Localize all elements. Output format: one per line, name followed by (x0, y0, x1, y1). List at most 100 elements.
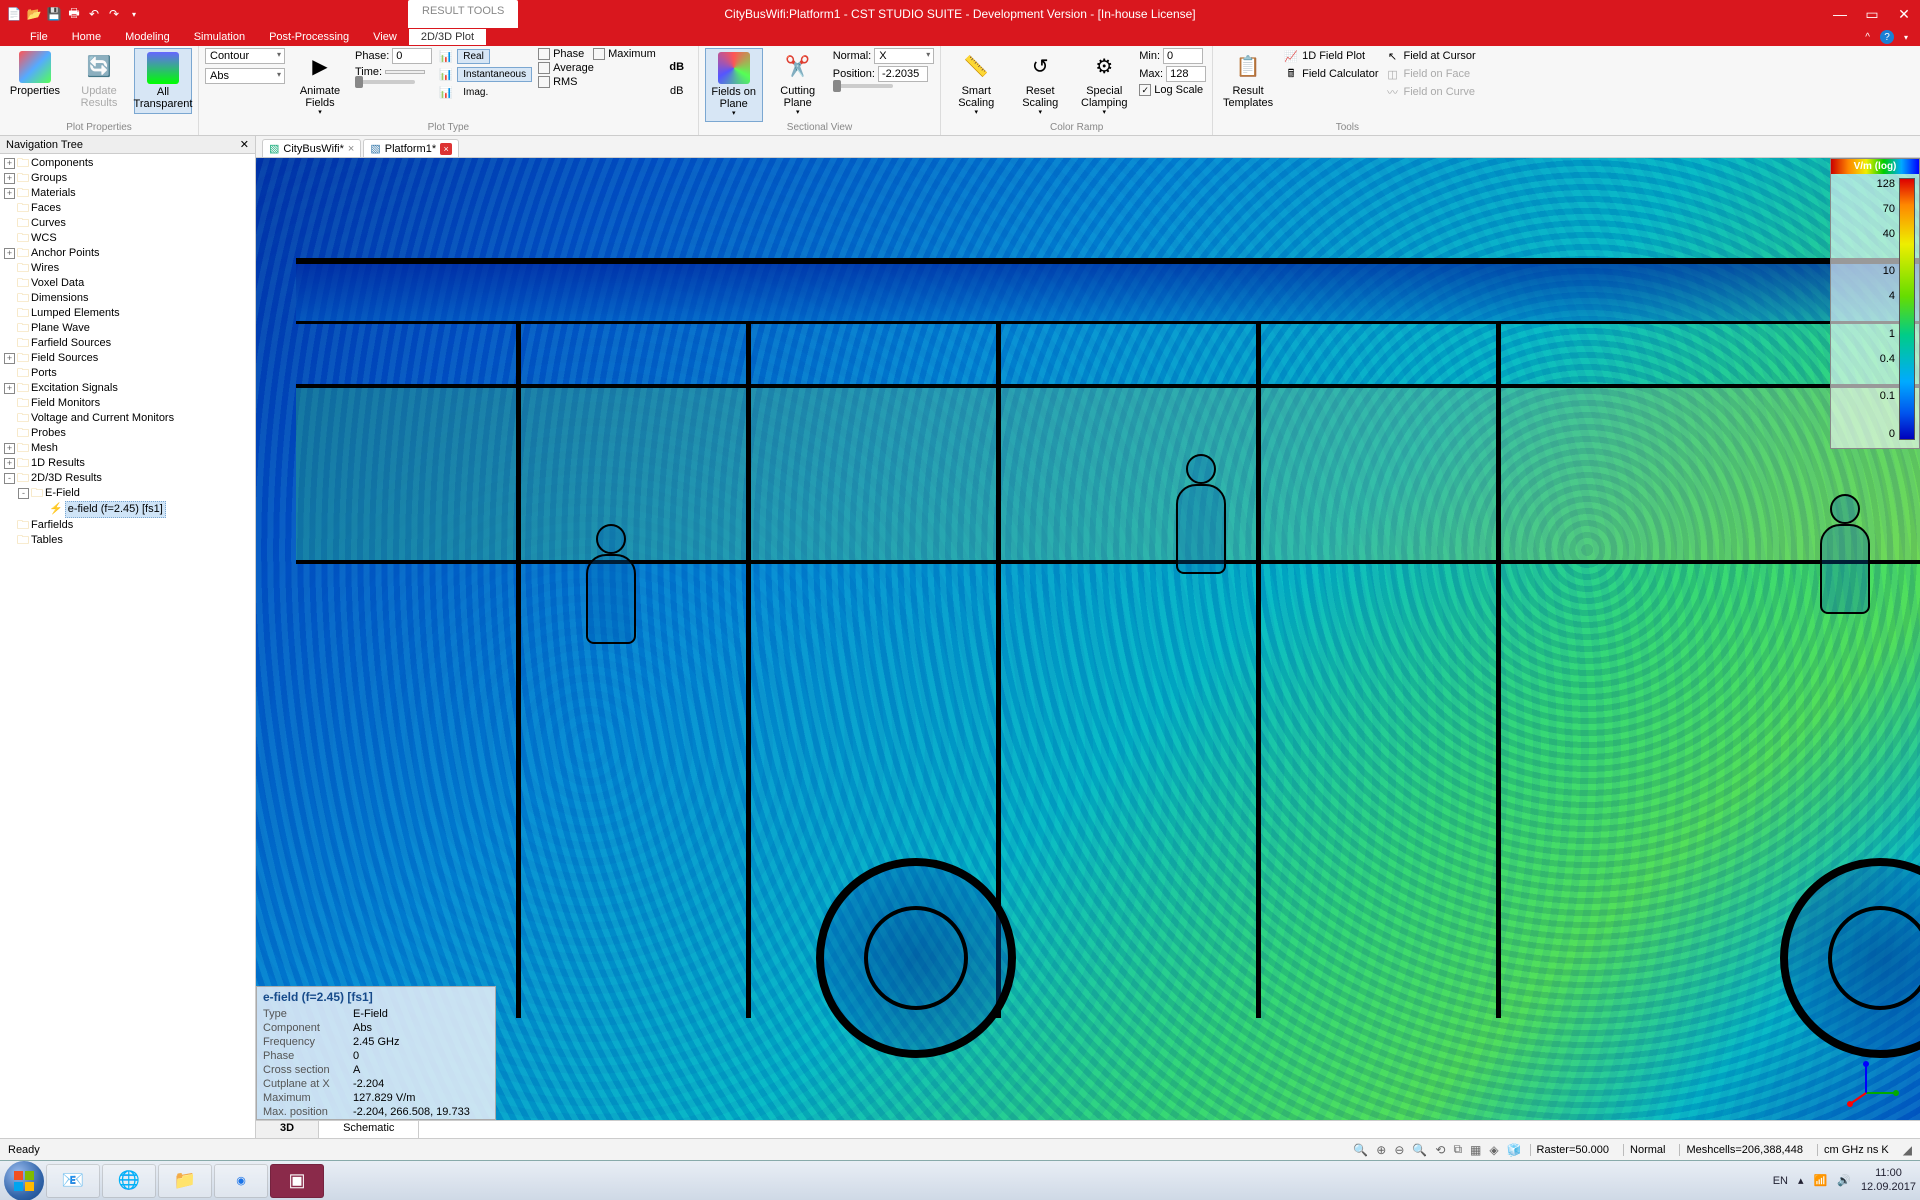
tree-expander-icon[interactable]: - (4, 473, 15, 484)
tree-item[interactable]: +🗀Mesh (0, 441, 255, 456)
tree-item[interactable]: 🗀Voxel Data (0, 276, 255, 291)
tree-expander-icon[interactable]: + (4, 383, 15, 394)
1d-field-plot-button[interactable]: 📈1D Field Plot (1283, 48, 1378, 64)
menu-file[interactable]: File (18, 29, 60, 45)
phase-slider[interactable] (355, 80, 415, 84)
tree-expander-icon[interactable]: + (4, 173, 15, 184)
doc-tab-platform1[interactable]: ▧ Platform1* × (363, 139, 459, 157)
tree-expander-icon[interactable]: + (4, 353, 15, 364)
tray-clock[interactable]: 11:00 12.09.2017 (1861, 1167, 1916, 1193)
menu-2d3d-plot[interactable]: 2D/3D Plot (409, 29, 486, 45)
tree-item[interactable]: 🗀Lumped Elements (0, 306, 255, 321)
taskbar-app[interactable]: ▣ (270, 1164, 324, 1198)
menu-modeling[interactable]: Modeling (113, 29, 182, 45)
field-at-cursor-button[interactable]: ↖Field at Cursor (1385, 48, 1476, 64)
tree-item[interactable]: 🗀Curves (0, 216, 255, 231)
tree-item[interactable]: +🗀Components (0, 156, 255, 171)
tree-item[interactable]: 🗀Voltage and Current Monitors (0, 411, 255, 426)
tree-item[interactable]: 🗀Dimensions (0, 291, 255, 306)
menu-post-processing[interactable]: Post-Processing (257, 29, 361, 45)
smart-scaling-button[interactable]: 📏 Smart Scaling▾ (947, 48, 1005, 120)
maximum-checkbox[interactable] (593, 48, 605, 60)
tree-item[interactable]: +🗀Field Sources (0, 351, 255, 366)
tray-network-icon[interactable]: 📶 (1814, 1174, 1828, 1187)
tree-item[interactable]: +🗀Anchor Points (0, 246, 255, 261)
fields-on-plane-button[interactable]: Fields on Plane▾ (705, 48, 763, 122)
result-templates-button[interactable]: 📋 Result Templates (1219, 48, 1277, 112)
tree-item[interactable]: +🗀1D Results (0, 456, 255, 471)
tree-item[interactable]: 🗀Field Monitors (0, 396, 255, 411)
status-icon[interactable]: ⊖ (1394, 1143, 1404, 1157)
close-button[interactable]: ✕ (1888, 0, 1920, 28)
normal-combo[interactable]: X (874, 48, 934, 64)
help-dropdown-icon[interactable]: ▾ (1904, 33, 1908, 42)
taskbar-app[interactable]: 📁 (158, 1164, 212, 1198)
properties-button[interactable]: Properties (6, 48, 64, 100)
status-icon[interactable]: ▦ (1470, 1143, 1481, 1157)
average-checkbox[interactable] (538, 62, 550, 74)
menu-view[interactable]: View (361, 29, 409, 45)
tree-item[interactable]: ⚡e-field (f=2.45) [fs1] (0, 501, 255, 518)
status-icon[interactable]: 🔍 (1353, 1143, 1368, 1157)
tree-expander-icon[interactable]: + (4, 158, 15, 169)
plot-style-combo[interactable]: Contour (205, 48, 285, 64)
min-input[interactable]: 0 (1163, 48, 1203, 64)
taskbar-app[interactable]: 🌐 (102, 1164, 156, 1198)
db-button[interactable]: dB dB (662, 48, 692, 100)
view-tab-3d[interactable]: 3D (256, 1121, 319, 1138)
tree-item[interactable]: 🗀Ports (0, 366, 255, 381)
qat-undo-icon[interactable]: ↶ (86, 6, 102, 22)
imag-button[interactable]: Imag. (457, 85, 494, 100)
all-transparent-button[interactable]: All Transparent (134, 48, 192, 114)
tree-item[interactable]: 🗀Tables (0, 533, 255, 548)
component-combo[interactable]: Abs (205, 68, 285, 84)
position-input[interactable]: -2.2035 (878, 66, 928, 82)
minimize-button[interactable]: — (1824, 0, 1856, 28)
tree-expander-icon[interactable]: + (4, 443, 15, 454)
tree-item[interactable]: +🗀Materials (0, 186, 255, 201)
qat-save-icon[interactable]: 💾 (46, 6, 62, 22)
max-input[interactable]: 128 (1166, 66, 1206, 82)
taskbar-app[interactable]: 📧 (46, 1164, 100, 1198)
taskbar-lang[interactable]: EN (1773, 1175, 1788, 1187)
tree-item[interactable]: 🗀Probes (0, 426, 255, 441)
log-scale-checkbox[interactable]: ✓ (1139, 84, 1151, 96)
tree-item[interactable]: -🗀E-Field (0, 486, 255, 501)
tree-item[interactable]: 🗀Plane Wave (0, 321, 255, 336)
tree-expander-icon[interactable]: + (4, 458, 15, 469)
status-resize-icon[interactable]: ◢ (1903, 1143, 1912, 1157)
field-calculator-button[interactable]: 🖩Field Calculator (1283, 66, 1378, 82)
qat-new-icon[interactable]: 📄 (6, 6, 22, 22)
rms-checkbox[interactable] (538, 76, 550, 88)
animate-fields-button[interactable]: ▶ Animate Fields▾ (291, 48, 349, 120)
status-icon[interactable]: ⊕ (1376, 1143, 1386, 1157)
doc-tab-citybuswifi[interactable]: ▧ CityBusWifi* × (262, 139, 361, 157)
position-slider[interactable] (833, 84, 893, 88)
menu-home[interactable]: Home (60, 29, 113, 45)
tree-item[interactable]: +🗀Excitation Signals (0, 381, 255, 396)
tree-item[interactable]: 🗀Farfields (0, 518, 255, 533)
tree-item[interactable]: 🗀Faces (0, 201, 255, 216)
status-icon[interactable]: 🔍 (1412, 1143, 1427, 1157)
qat-print-icon[interactable]: 🖶 (66, 6, 82, 22)
tree-expander-icon[interactable]: + (4, 248, 15, 259)
qat-open-icon[interactable]: 📂 (26, 6, 42, 22)
tray-chevron-icon[interactable]: ▴ (1798, 1174, 1804, 1187)
tree-item[interactable]: 🗀WCS (0, 231, 255, 246)
tree-expander-icon[interactable]: - (18, 488, 29, 499)
status-icon[interactable]: ◈ (1489, 1143, 1498, 1157)
reset-scaling-button[interactable]: ↺ Reset Scaling▾ (1011, 48, 1069, 120)
tree-item[interactable]: 🗀Farfield Sources (0, 336, 255, 351)
tree-item[interactable]: +🗀Groups (0, 171, 255, 186)
navigation-tree-body[interactable]: +🗀Components+🗀Groups+🗀Materials🗀Faces🗀Cu… (0, 154, 255, 1138)
special-clamping-button[interactable]: ⚙ Special Clamping▾ (1075, 48, 1133, 120)
tab-close-icon[interactable]: × (440, 143, 452, 155)
3d-viewport[interactable]: V/m (log) 128704010410.40.10 e-field (f=… (256, 158, 1920, 1138)
tab-close-icon[interactable]: × (348, 143, 354, 155)
start-button[interactable] (4, 1161, 44, 1200)
help-icon[interactable]: ? (1880, 30, 1894, 44)
taskbar-app[interactable]: ◉ (214, 1164, 268, 1198)
tree-expander-icon[interactable]: + (4, 188, 15, 199)
view-tab-schematic[interactable]: Schematic (319, 1121, 419, 1138)
tree-item[interactable]: 🗀Wires (0, 261, 255, 276)
